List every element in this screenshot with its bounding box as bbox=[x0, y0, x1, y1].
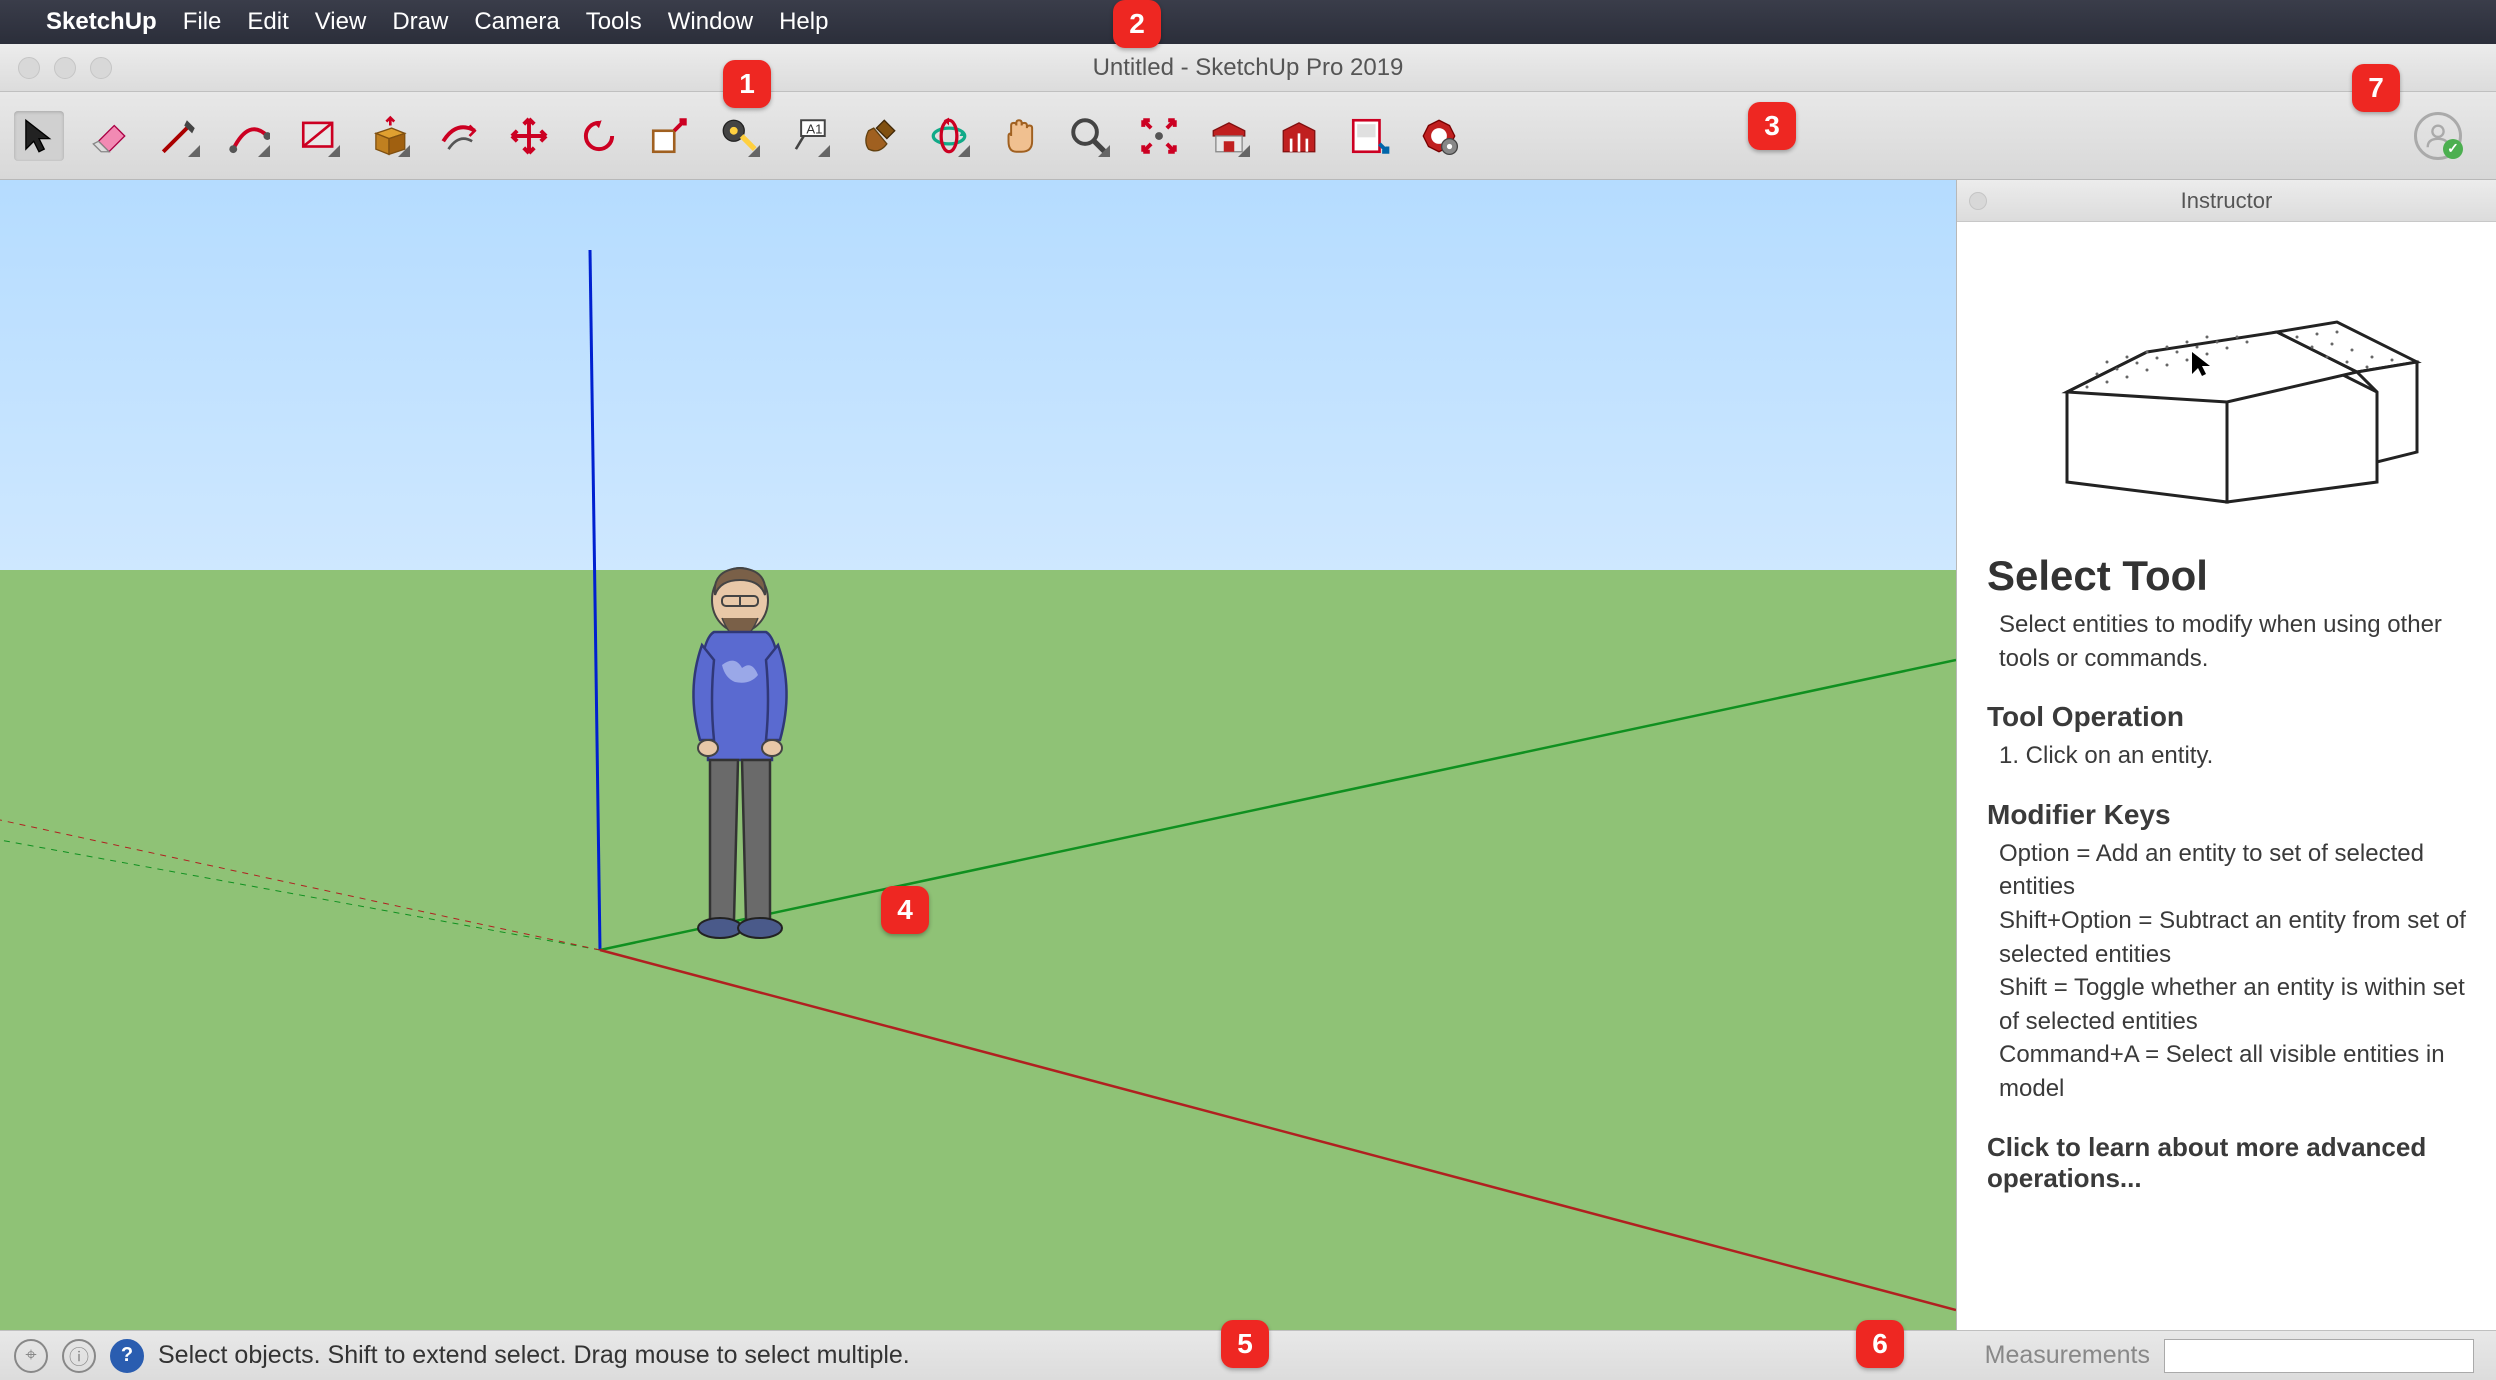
callout-5: 5 bbox=[1221, 1320, 1269, 1368]
text-tool[interactable]: A1 bbox=[784, 111, 834, 161]
callout-4: 4 bbox=[881, 886, 929, 934]
line-tool[interactable] bbox=[154, 111, 204, 161]
menu-camera[interactable]: Camera bbox=[474, 8, 559, 36]
menu-edit[interactable]: Edit bbox=[247, 8, 288, 36]
instructor-more-link[interactable]: Click to learn about more advanced opera… bbox=[1987, 1132, 2466, 1194]
scene bbox=[0, 180, 1956, 1330]
callout-7: 7 bbox=[2352, 64, 2400, 112]
scale-tool[interactable] bbox=[644, 111, 694, 161]
menu-view[interactable]: View bbox=[315, 8, 367, 36]
menu-window[interactable]: Window bbox=[668, 8, 753, 36]
menu-draw[interactable]: Draw bbox=[392, 8, 448, 36]
window-titlebar: Untitled - SketchUp Pro 2019 bbox=[0, 44, 2496, 92]
rotate-tool[interactable] bbox=[574, 111, 624, 161]
check-icon: ✓ bbox=[2443, 139, 2463, 159]
paint-tool[interactable] bbox=[854, 111, 904, 161]
instructor-tool-desc: Select entities to modify when using oth… bbox=[1987, 608, 2466, 675]
measurements-label: Measurements bbox=[1985, 1341, 2150, 1370]
callout-2: 2 bbox=[1113, 0, 1161, 48]
window-title: Untitled - SketchUp Pro 2019 bbox=[1093, 54, 1404, 82]
zoom-tool[interactable] bbox=[1064, 111, 1114, 161]
orbit-tool[interactable] bbox=[924, 111, 974, 161]
extension-warehouse-tool[interactable] bbox=[1274, 111, 1324, 161]
menu-file[interactable]: File bbox=[183, 8, 222, 36]
instructor-titlebar: Instructor bbox=[1957, 180, 2496, 222]
user-account-button[interactable]: ✓ bbox=[2414, 112, 2462, 160]
3d-viewport[interactable] bbox=[0, 180, 1956, 1330]
shape-tool[interactable] bbox=[294, 111, 344, 161]
instructor-panel: Instructor bbox=[1956, 180, 2496, 1330]
callout-6: 6 bbox=[1856, 1320, 1904, 1368]
pushpull-tool[interactable] bbox=[364, 111, 414, 161]
3d-warehouse-tool[interactable] bbox=[1204, 111, 1254, 161]
callout-3: 3 bbox=[1748, 102, 1796, 150]
tape-tool[interactable] bbox=[714, 111, 764, 161]
system-menubar: SketchUp File Edit View Draw Camera Tool… bbox=[0, 0, 2496, 44]
status-hint: Select objects. Shift to extend select. … bbox=[158, 1341, 910, 1370]
help-icon[interactable]: ? bbox=[110, 1339, 144, 1373]
select-tool[interactable] bbox=[14, 111, 64, 161]
pan-tool[interactable] bbox=[994, 111, 1044, 161]
close-icon[interactable] bbox=[1969, 192, 1987, 210]
measurements-input[interactable] bbox=[2164, 1339, 2474, 1373]
svg-text:A1: A1 bbox=[806, 121, 822, 136]
layout-tool[interactable] bbox=[1344, 111, 1394, 161]
menu-help[interactable]: Help bbox=[779, 8, 828, 36]
instructor-op-text: 1. Click on an entity. bbox=[1987, 739, 2466, 773]
arc-tool[interactable] bbox=[224, 111, 274, 161]
move-tool[interactable] bbox=[504, 111, 554, 161]
main-toolbar: A1 ✓ bbox=[0, 92, 2496, 180]
callout-1: 1 bbox=[723, 60, 771, 108]
menu-tools[interactable]: Tools bbox=[586, 8, 642, 36]
instructor-mod-heading: Modifier Keys bbox=[1987, 799, 2466, 831]
menu-sketchup[interactable]: SketchUp bbox=[46, 8, 157, 36]
instructor-illustration bbox=[1987, 252, 2466, 512]
traffic-lights[interactable] bbox=[18, 57, 112, 79]
zoom-extents-tool[interactable] bbox=[1134, 111, 1184, 161]
instructor-title: Instructor bbox=[2181, 188, 2273, 214]
credits-icon[interactable]: ⓘ bbox=[62, 1339, 96, 1373]
instructor-op-heading: Tool Operation bbox=[1987, 701, 2466, 733]
geo-location-icon[interactable]: ⌖ bbox=[14, 1339, 48, 1373]
eraser-tool[interactable] bbox=[84, 111, 134, 161]
instructor-tool-name: Select Tool bbox=[1987, 552, 2466, 600]
instructor-mod-text: Option = Add an entity to set of selecte… bbox=[1987, 837, 2466, 1106]
offset-tool[interactable] bbox=[434, 111, 484, 161]
extension-manager-tool[interactable] bbox=[1414, 111, 1464, 161]
